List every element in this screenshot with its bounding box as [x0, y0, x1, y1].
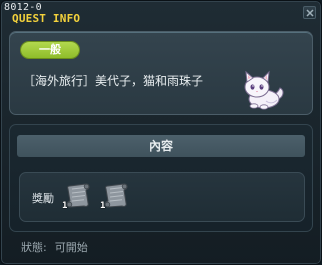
reward-quantity: 1: [100, 201, 106, 211]
quest-name: ［海外旅行］美代子，猫和雨珠子: [23, 74, 204, 88]
reward-box: 獎勵 1 1: [19, 172, 305, 222]
white-cat-portrait-icon: [240, 70, 286, 110]
reward-item[interactable]: 1: [100, 181, 130, 211]
quest-summary-panel: 一般 ［海外旅行］美代子，猫和雨珠子: [9, 31, 313, 115]
reward-label: 獎勵: [32, 192, 54, 205]
reward-item[interactable]: 1: [62, 181, 92, 211]
scroll-icon: [66, 183, 90, 208]
scroll-icon: [104, 183, 128, 208]
reward-quantity: 1: [62, 201, 68, 211]
category-badge: 一般: [21, 42, 79, 58]
status-value: 可開始: [54, 241, 88, 254]
quest-status: 狀態: 可開始: [21, 239, 88, 255]
quest-info-window: 8012-0 QUEST INFO 一般 ［海外旅行］美代子，猫和雨珠子 內容 …: [0, 0, 322, 265]
window-title: QUEST INFO: [12, 12, 81, 25]
quest-content-panel: 內容 獎勵 1 1: [9, 124, 313, 232]
close-icon: [306, 9, 314, 17]
status-label: 狀態:: [21, 241, 47, 254]
content-header: 內容: [17, 135, 305, 157]
close-button[interactable]: [303, 6, 316, 19]
